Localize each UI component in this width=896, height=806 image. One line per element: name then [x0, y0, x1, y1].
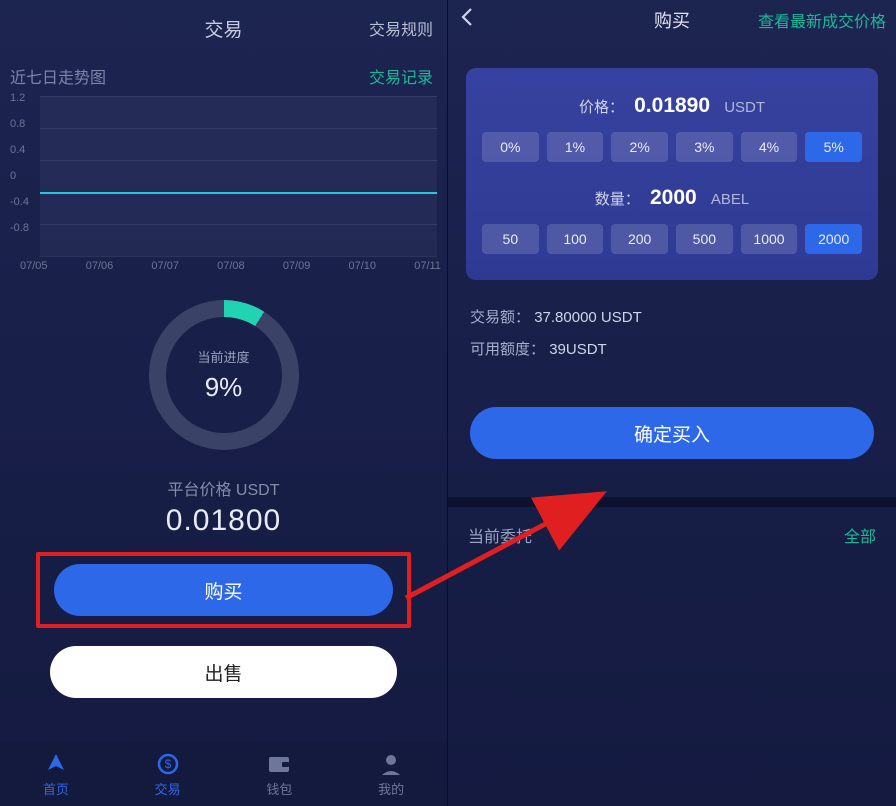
qty-chip-100[interactable]: 100 — [547, 224, 604, 254]
percent-chips: 0% 1% 2% 3% 4% 5% — [482, 132, 862, 162]
wallet-icon — [266, 751, 292, 777]
view-latest-link[interactable]: 查看最新成交价格 — [758, 8, 886, 32]
qty-chip-200[interactable]: 200 — [611, 224, 668, 254]
tab-label: 交易 — [155, 779, 181, 798]
xtick: 07/06 — [86, 260, 114, 272]
all-orders-link[interactable]: 全部 — [844, 523, 876, 547]
rules-link[interactable]: 交易规则 — [369, 16, 433, 40]
qty-chip-1000[interactable]: 1000 — [741, 224, 798, 254]
qty-value: 2000 — [650, 186, 697, 209]
price-label: 价格： — [579, 99, 624, 116]
price-value: 0.01890 — [634, 94, 710, 117]
chart-line — [40, 192, 437, 194]
price-unit: USDT — [724, 99, 765, 116]
qty-chip-500[interactable]: 500 — [676, 224, 733, 254]
ytick: 0 — [10, 170, 16, 182]
svg-text:$: $ — [164, 757, 171, 771]
history-link[interactable]: 交易记录 — [369, 64, 433, 88]
tab-wallet[interactable]: 钱包 — [224, 742, 336, 806]
bottom-tabbar: 首页 $ 交易 钱包 我的 — [0, 742, 447, 806]
amount-value: 37.80000 USDT — [534, 309, 642, 326]
xtick: 07/08 — [217, 260, 245, 272]
qty-chip-50[interactable]: 50 — [482, 224, 539, 254]
chart-title: 近七日走势图 — [10, 64, 106, 88]
pct-chip-4[interactable]: 4% — [741, 132, 798, 162]
ytick: -0.4 — [10, 196, 29, 208]
xtick: 07/10 — [349, 260, 377, 272]
available-value: 39USDT — [549, 341, 607, 358]
tab-label: 我的 — [378, 779, 404, 798]
ytick: 1.2 — [10, 92, 25, 104]
qty-unit: ABEL — [711, 191, 749, 208]
progress-percent: 9% — [197, 372, 249, 403]
home-icon — [43, 751, 69, 777]
progress-label: 当前进度 — [197, 347, 249, 366]
qty-label: 数量： — [595, 191, 640, 208]
person-icon — [378, 751, 404, 777]
pct-chip-5[interactable]: 5% — [805, 132, 862, 162]
platform-price-value: 0.01800 — [0, 504, 447, 538]
pct-chip-1[interactable]: 1% — [547, 132, 604, 162]
tab-me[interactable]: 我的 — [335, 742, 447, 806]
amount-label: 交易额： — [470, 309, 530, 326]
page-title: 交易 — [204, 15, 242, 42]
trade-icon: $ — [155, 751, 181, 777]
section-divider — [448, 497, 896, 507]
pct-chip-2[interactable]: 2% — [611, 132, 668, 162]
tab-trade[interactable]: $ 交易 — [112, 742, 224, 806]
xtick: 07/09 — [283, 260, 311, 272]
tab-label: 首页 — [43, 779, 69, 798]
ytick: 0.4 — [10, 144, 25, 156]
buy-button[interactable]: 购买 — [54, 564, 393, 616]
ytick: -0.8 — [10, 222, 29, 234]
trend-chart: 1.2 0.8 0.4 0 -0.4 -0.8 07/05 07/06 07/0… — [0, 92, 447, 282]
xtick: 07/07 — [151, 260, 179, 272]
xtick: 07/05 — [20, 260, 48, 272]
qty-chips: 50 100 200 500 1000 2000 — [482, 224, 862, 254]
pct-chip-0[interactable]: 0% — [482, 132, 539, 162]
ytick: 0.8 — [10, 118, 25, 130]
current-orders-label: 当前委托 — [468, 523, 532, 547]
progress-donut: 当前进度 9% — [149, 300, 299, 450]
buy-button-highlight: 购买 — [36, 552, 411, 628]
tab-home[interactable]: 首页 — [0, 742, 112, 806]
tab-label: 钱包 — [266, 779, 292, 798]
order-card: 价格： 0.01890 USDT 0% 1% 2% 3% 4% 5% 数量： 2… — [466, 68, 878, 280]
confirm-buy-button[interactable]: 确定买入 — [470, 407, 874, 459]
pct-chip-3[interactable]: 3% — [676, 132, 733, 162]
available-label: 可用额度： — [470, 341, 545, 358]
qty-chip-2000[interactable]: 2000 — [805, 224, 862, 254]
sell-button[interactable]: 出售 — [50, 646, 397, 698]
platform-price-label: 平台价格 USDT — [0, 476, 447, 500]
xtick: 07/11 — [414, 260, 441, 272]
